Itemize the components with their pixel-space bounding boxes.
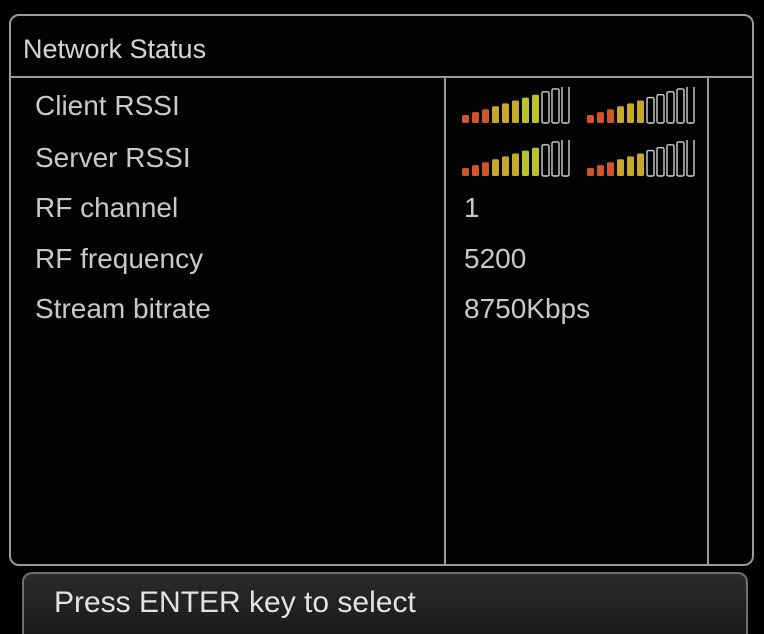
signal-bar [561, 140, 570, 177]
signal-bar [597, 112, 604, 123]
network-status-panel: Network Status Client RSSI Server RSSI R… [9, 14, 754, 566]
column-divider-1 [444, 76, 446, 564]
client-rssi-meter-1 [462, 87, 578, 125]
footer-hint-text: Press ENTER key to select [54, 586, 416, 619]
signal-bar [627, 156, 634, 176]
signal-bar [587, 115, 594, 123]
signal-bar [637, 100, 644, 123]
signal-bar [666, 144, 675, 177]
signal-bar [666, 91, 675, 124]
signal-bar [676, 88, 685, 124]
stream-bitrate-label: Stream bitrate [35, 293, 211, 324]
signal-bar [656, 146, 665, 177]
signal-bar [522, 150, 529, 176]
signal-bar [532, 94, 539, 123]
signal-bar [587, 168, 594, 176]
signal-bar [686, 87, 695, 124]
server-rssi-meter-1 [462, 140, 578, 178]
panel-title: Network Status [23, 34, 207, 64]
signal-bar [532, 147, 539, 176]
signal-bar [462, 168, 469, 176]
signal-bar [617, 106, 624, 123]
signal-bar [607, 162, 614, 176]
signal-bar [512, 100, 519, 123]
signal-bar [462, 115, 469, 123]
signal-bar [522, 97, 529, 123]
signal-bar [551, 88, 560, 124]
signal-bar [656, 93, 665, 124]
rf-frequency-label: RF frequency [35, 243, 204, 274]
rf-channel-label: RF channel [35, 192, 179, 223]
signal-bar [492, 159, 499, 176]
signal-bar [482, 162, 489, 176]
signal-bar [472, 165, 479, 176]
signal-bar [686, 140, 695, 177]
signal-bar [597, 165, 604, 176]
signal-bar [512, 153, 519, 176]
rf-channel-value: 1 [464, 192, 480, 223]
server-rssi-label: Server RSSI [35, 142, 191, 173]
header-divider [11, 76, 752, 78]
signal-bar [607, 109, 614, 123]
signal-bar [646, 149, 655, 177]
signal-bar [492, 106, 499, 123]
signal-bar [502, 103, 509, 123]
signal-bar [676, 141, 685, 177]
rf-frequency-value: 5200 [464, 243, 527, 274]
server-rssi-meter-2 [587, 140, 703, 178]
footer-hint-bar: Press ENTER key to select [22, 572, 748, 634]
signal-bar [502, 156, 509, 176]
client-rssi-label: Client RSSI [35, 90, 180, 121]
signal-bar [646, 96, 655, 124]
signal-bar [551, 141, 560, 177]
signal-bar [637, 153, 644, 176]
column-divider-2 [707, 76, 709, 564]
signal-bar [541, 91, 550, 124]
signal-bar [617, 159, 624, 176]
client-rssi-meter-2 [587, 87, 703, 125]
signal-bar [482, 109, 489, 123]
signal-bar [541, 144, 550, 177]
signal-bar [561, 87, 570, 124]
stream-bitrate-value: 8750Kbps [464, 293, 591, 324]
signal-bar [472, 112, 479, 123]
signal-bar [627, 103, 634, 123]
